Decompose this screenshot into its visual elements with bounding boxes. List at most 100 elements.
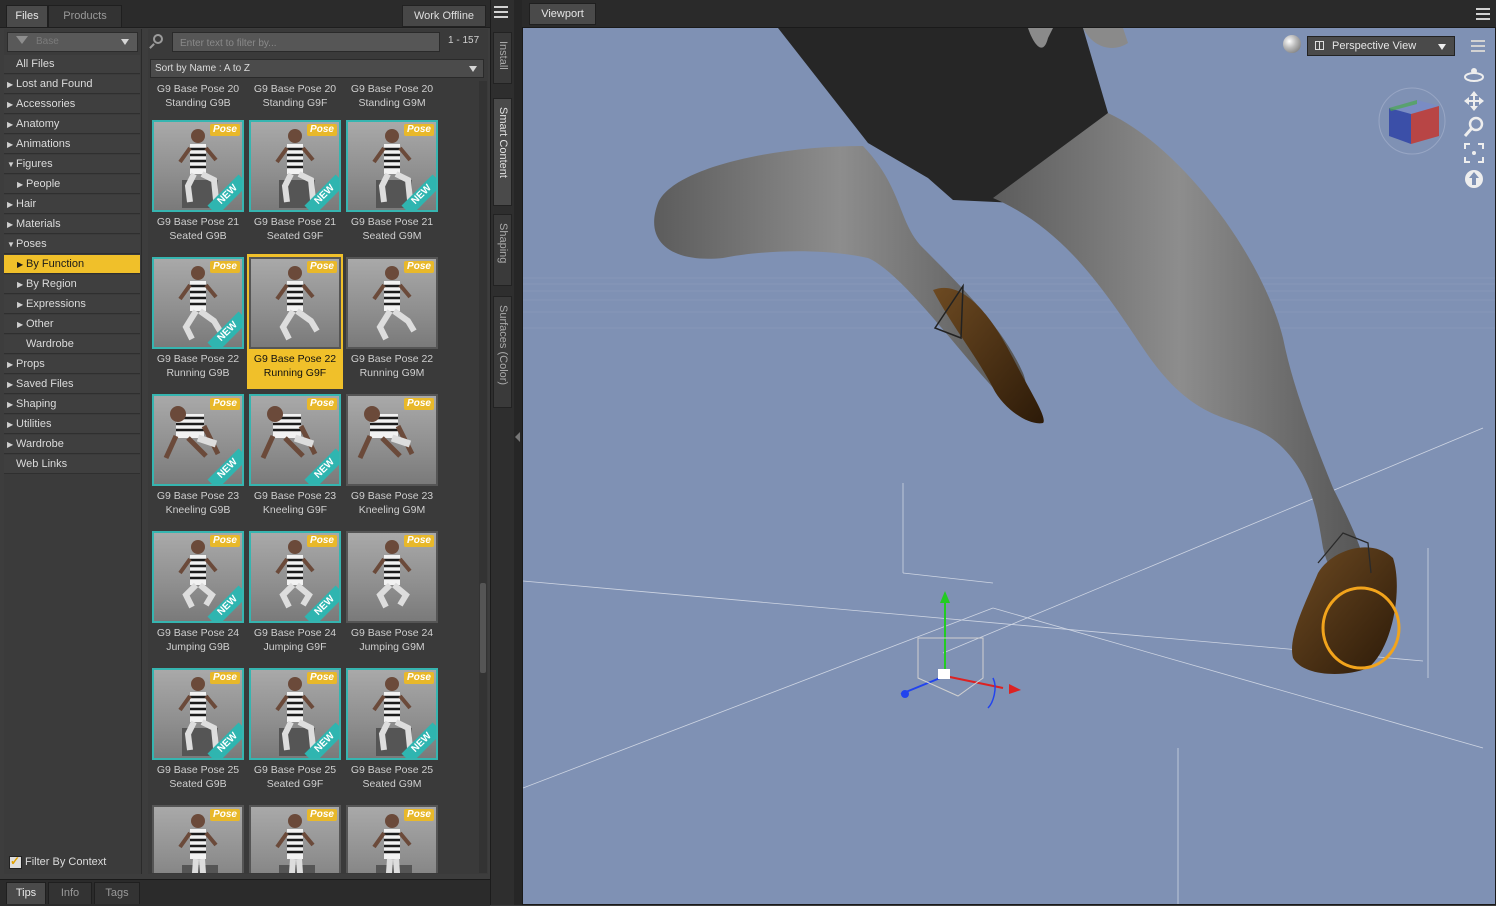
pose-preview-image[interactable]: Pose NEW — [249, 120, 341, 212]
work-offline-button[interactable]: Work Offline — [402, 5, 486, 27]
pose-preview-image[interactable]: Pose NEW — [152, 120, 244, 212]
category-item-by-function[interactable]: ▶ By Function — [4, 255, 140, 274]
asset-title: G9 Base Pose 23 — [156, 490, 240, 502]
asset-thumbnail[interactable]: Pose G9 Base Pose 22 Running G9M — [344, 254, 440, 389]
pan-icon[interactable] — [1463, 90, 1485, 112]
asset-thumbnail[interactable]: Pose G9 Base Pose 24 Jumping G9M — [344, 528, 440, 663]
pose-preview-image[interactable]: Pose — [346, 805, 438, 873]
tab-tips[interactable]: Tips — [6, 882, 46, 904]
asset-thumbnail[interactable]: Pose NEW G9 Base Pose 22 Running G9B — [150, 254, 246, 389]
asset-thumbnail[interactable]: Pose G9 Base Pose 22 Running G9F — [247, 254, 343, 389]
tab-surfaces[interactable]: Surfaces (Color) — [493, 296, 512, 408]
asset-thumbnail[interactable]: Pose — [150, 802, 246, 873]
tab-install[interactable]: Install — [493, 32, 512, 84]
category-item-props[interactable]: ▶ Props — [4, 355, 140, 374]
category-filter-combo[interactable]: Base — [7, 32, 138, 52]
asset-label-partial[interactable]: G9 Base Pose 20 Standing G9F — [247, 82, 343, 110]
category-item-accessories[interactable]: ▶ Accessories — [4, 95, 140, 114]
category-item-other[interactable]: ▶ Other — [4, 315, 140, 334]
result-count: 1 - 157 — [448, 35, 480, 46]
category-item-wardrobe[interactable]: ▶ Wardrobe — [4, 435, 140, 454]
tab-shaping[interactable]: Shaping — [493, 214, 512, 286]
asset-filter-field[interactable] — [172, 32, 444, 53]
pose-preview-image[interactable]: Pose — [346, 531, 438, 623]
asset-thumbnail[interactable]: Pose NEW G9 Base Pose 23 Kneeling G9B — [150, 391, 246, 526]
sort-dropdown[interactable]: Sort by Name : A to Z — [150, 59, 484, 78]
asset-thumbnail[interactable]: Pose NEW G9 Base Pose 25 Seated G9F — [247, 665, 343, 800]
category-item-people[interactable]: ▶ People — [4, 175, 140, 194]
asset-filter-input[interactable] — [173, 33, 444, 53]
pose-preview-image[interactable]: Pose NEW — [152, 394, 244, 486]
collapsed-arrow-icon: ▶ — [7, 100, 14, 109]
category-item-poses[interactable]: ▼Poses — [4, 235, 140, 254]
pose-preview-image[interactable]: Pose NEW — [249, 668, 341, 760]
asset-label: G9 Base Pose 25 Seated G9B — [150, 763, 246, 791]
category-item-materials[interactable]: ▶ Materials — [4, 215, 140, 234]
3d-viewport[interactable]: Perspective View — [522, 27, 1496, 905]
collapse-arrow-icon[interactable] — [515, 432, 520, 442]
navigation-cube[interactable] — [1377, 86, 1447, 156]
pane-menu-icon[interactable] — [494, 6, 510, 18]
pose-preview-image[interactable]: Pose — [346, 257, 438, 349]
asset-thumbnail[interactable]: Pose NEW G9 Base Pose 21 Seated G9F — [247, 117, 343, 252]
asset-thumbnail[interactable]: Pose G9 Base Pose 23 Kneeling G9M — [344, 391, 440, 526]
pose-preview-image[interactable]: Pose — [346, 394, 438, 486]
asset-thumbnail[interactable]: Pose NEW G9 Base Pose 23 Kneeling G9F — [247, 391, 343, 526]
viewport-pane-menu-icon[interactable] — [1476, 8, 1490, 20]
filter-by-context-checkbox[interactable]: Filter By Context — [9, 854, 106, 869]
asset-thumbnail[interactable]: Pose NEW G9 Base Pose 25 Seated G9B — [150, 665, 246, 800]
figure-model[interactable] — [654, 28, 1397, 674]
pose-preview-image[interactable]: Pose NEW — [249, 531, 341, 623]
category-item-web-links[interactable]: Web Links — [4, 455, 140, 474]
asset-thumbnail[interactable]: Pose NEW G9 Base Pose 21 Seated G9B — [150, 117, 246, 252]
category-item-animations[interactable]: ▶ Animations — [4, 135, 140, 154]
asset-thumbnail[interactable]: Pose NEW G9 Base Pose 21 Seated G9M — [344, 117, 440, 252]
pose-preview-image[interactable]: Pose NEW — [152, 257, 244, 349]
category-item-utilities[interactable]: ▶ Utilities — [4, 415, 140, 434]
frame-icon[interactable] — [1463, 142, 1485, 164]
grid-scrollbar[interactable] — [479, 81, 487, 873]
viewport-scene[interactable] — [523, 28, 1495, 904]
orbit-icon[interactable] — [1463, 64, 1485, 86]
pose-preview-image[interactable]: Pose — [152, 805, 244, 873]
category-item-shaping[interactable]: ▶ Shaping — [4, 395, 140, 414]
category-item-lost-and-found[interactable]: ▶ Lost and Found — [4, 75, 140, 94]
pose-preview-image[interactable]: Pose NEW — [346, 668, 438, 760]
zoom-icon[interactable] — [1463, 116, 1485, 138]
asset-thumbnail[interactable]: Pose — [344, 802, 440, 873]
asset-thumbnail[interactable]: Pose NEW G9 Base Pose 25 Seated G9M — [344, 665, 440, 800]
category-item-wardrobe[interactable]: Wardrobe — [4, 335, 140, 354]
asset-label-partial[interactable]: G9 Base Pose 20 Standing G9B — [150, 82, 246, 110]
draw-style-sphere-icon[interactable] — [1283, 35, 1301, 53]
pose-preview-image[interactable]: Pose NEW — [346, 120, 438, 212]
transform-gizmo[interactable] — [900, 591, 1021, 709]
category-item-hair[interactable]: ▶ Hair — [4, 195, 140, 214]
tab-smart-content[interactable]: Smart Content — [493, 98, 512, 206]
pose-preview-image[interactable]: Pose NEW — [152, 531, 244, 623]
view-mode-dropdown[interactable]: Perspective View — [1307, 36, 1455, 56]
category-item-figures[interactable]: ▼Figures — [4, 155, 140, 174]
pose-preview-image[interactable]: Pose NEW — [152, 668, 244, 760]
tab-viewport[interactable]: Viewport — [529, 3, 596, 25]
pane-splitter[interactable] — [514, 0, 522, 905]
reset-icon[interactable] — [1463, 168, 1485, 190]
category-label: Saved Files — [16, 378, 74, 390]
category-item-saved-files[interactable]: ▶ Saved Files — [4, 375, 140, 394]
tab-info[interactable]: Info — [48, 882, 92, 904]
category-item-anatomy[interactable]: ▶ Anatomy — [4, 115, 140, 134]
category-item-by-region[interactable]: ▶ By Region — [4, 275, 140, 294]
category-item-expressions[interactable]: ▶ Expressions — [4, 295, 140, 314]
pose-preview-image[interactable]: Pose — [249, 257, 341, 349]
pose-preview-image[interactable]: Pose — [249, 805, 341, 873]
pose-preview-image[interactable]: Pose NEW — [249, 394, 341, 486]
category-item-all-files[interactable]: All Files — [4, 55, 140, 74]
asset-thumbnail[interactable]: Pose NEW G9 Base Pose 24 Jumping G9B — [150, 528, 246, 663]
tab-files[interactable]: Files — [6, 5, 48, 27]
viewport-options-icon[interactable] — [1471, 40, 1485, 52]
tab-products[interactable]: Products — [48, 5, 122, 27]
asset-label-partial[interactable]: G9 Base Pose 20 Standing G9M — [344, 82, 440, 110]
tab-tags[interactable]: Tags — [94, 882, 140, 904]
asset-thumbnail[interactable]: Pose NEW G9 Base Pose 24 Jumping G9F — [247, 528, 343, 663]
scrollbar-thumb[interactable] — [480, 583, 486, 673]
asset-thumbnail[interactable]: Pose — [247, 802, 343, 873]
